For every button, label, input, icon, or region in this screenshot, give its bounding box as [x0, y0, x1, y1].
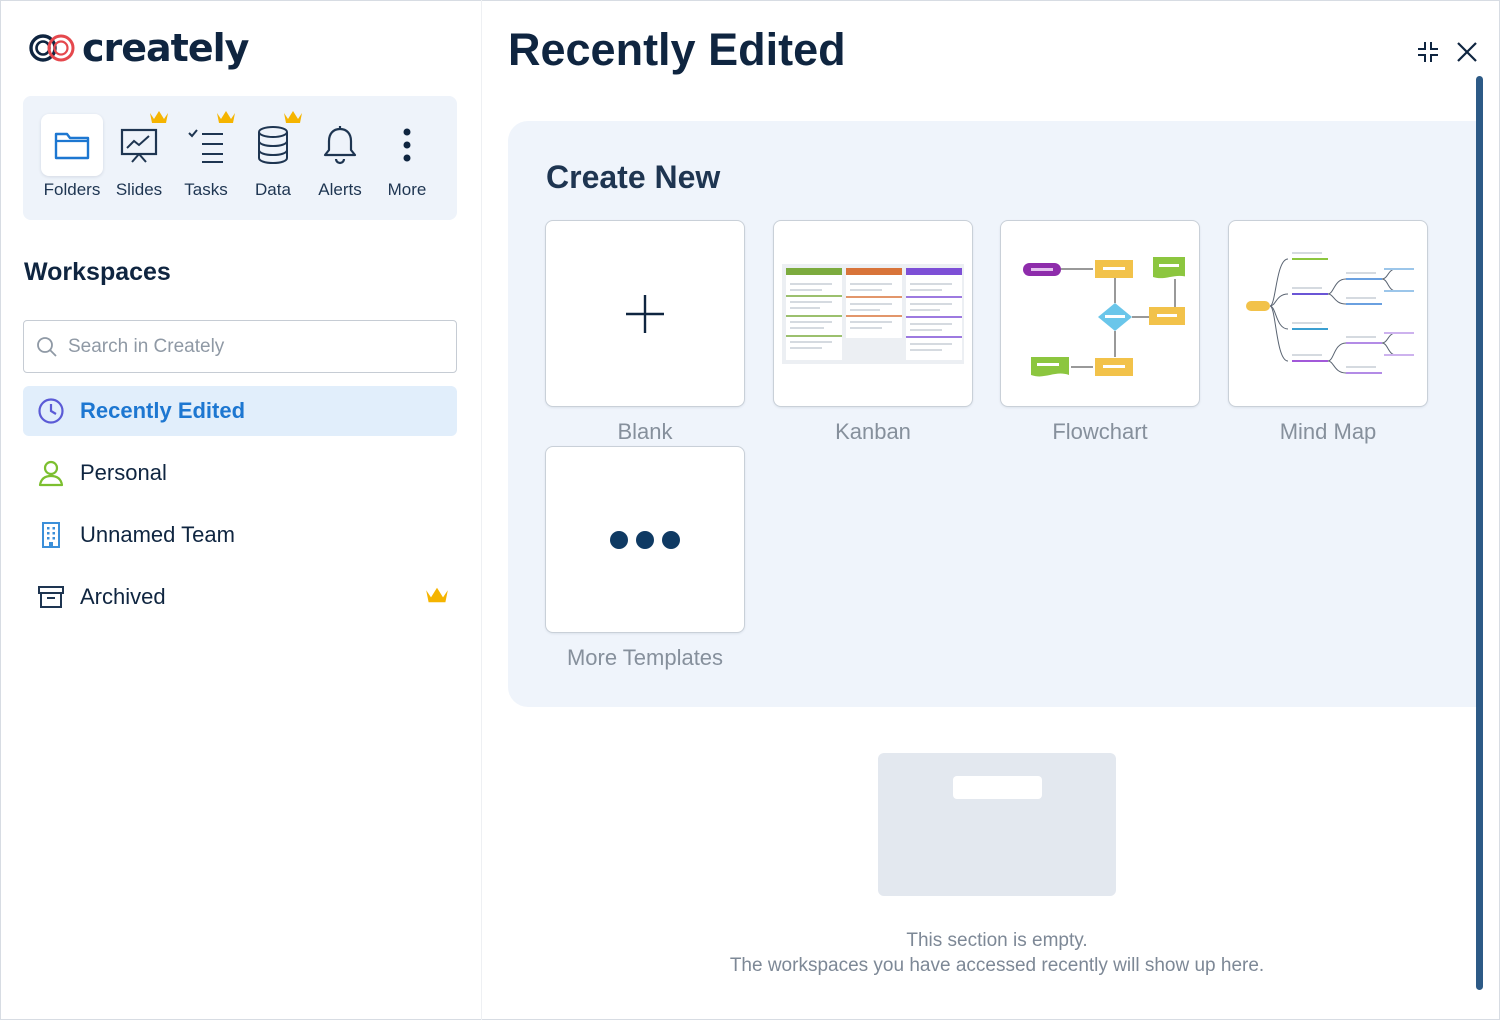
premium-crown-icon — [150, 111, 168, 123]
mind-map-thumbnail-icon — [1246, 251, 1414, 374]
template-card[interactable] — [545, 446, 745, 633]
clock-icon — [38, 398, 64, 424]
more-horizontal-icon — [610, 530, 680, 549]
empty-state-description: The workspaces you have accessed recentl… — [729, 955, 1265, 976]
create-new-panel: Create New Blank Kanban Flowchart Mind M… — [508, 121, 1476, 707]
creately-logo-icon — [29, 34, 75, 62]
nav-item-label: Archived — [80, 584, 166, 609]
toolbar-tasks-button[interactable]: Tasks — [174, 111, 238, 204]
bell-icon — [323, 126, 357, 165]
collapse-button[interactable] — [1413, 37, 1443, 67]
template-label: Kanban — [835, 419, 911, 444]
sidebar: creately Folders Slides Tasks Data Alert… — [0, 0, 482, 1020]
empty-state-illustration — [878, 753, 1116, 896]
template-card[interactable] — [545, 220, 745, 407]
template-label: Mind Map — [1279, 419, 1377, 444]
premium-crown-icon — [217, 111, 235, 123]
logo-text: creately — [82, 26, 249, 70]
more-vertical-icon — [403, 128, 411, 162]
flowchart-thumbnail-icon — [1023, 256, 1185, 376]
close-button[interactable] — [1452, 37, 1482, 67]
template-card[interactable] — [1228, 220, 1428, 407]
close-icon — [1457, 42, 1477, 62]
template-card[interactable] — [773, 220, 973, 407]
search-input[interactable] — [68, 335, 428, 358]
archive-icon — [38, 586, 64, 608]
premium-crown-icon — [426, 587, 448, 603]
checklist-icon — [188, 129, 223, 163]
nav-item-recently-edited[interactable]: Recently Edited — [23, 386, 457, 436]
empty-state-title: This section is empty. — [906, 930, 1088, 951]
kanban-thumbnail-icon — [782, 263, 964, 364]
template-label: Blank — [617, 419, 673, 444]
plus-icon — [626, 294, 664, 333]
feature-toolbar: Folders Slides Tasks Data Alerts More — [23, 96, 457, 220]
premium-crown-icon — [284, 111, 302, 123]
template-flowchart[interactable]: Flowchart — [1000, 220, 1200, 445]
template-more[interactable]: More Templates — [545, 446, 745, 671]
nav-item-label: Recently Edited — [80, 398, 246, 423]
toolbar-item-label: More — [387, 180, 427, 199]
template-mind-map[interactable]: Mind Map — [1228, 220, 1428, 445]
search-icon — [37, 336, 57, 357]
template-blank[interactable]: Blank — [545, 220, 745, 445]
nav-item-label: Unnamed Team — [80, 522, 235, 547]
nav-item-label: Personal — [80, 460, 167, 485]
building-icon — [42, 522, 60, 548]
toolbar-data-button[interactable]: Data — [241, 111, 305, 204]
database-icon — [258, 126, 288, 165]
toolbar-folders-button[interactable]: Folders — [40, 114, 104, 204]
creately-logo[interactable]: creately — [28, 26, 249, 70]
presentation-icon — [120, 128, 158, 163]
toolbar-alerts-button[interactable]: Alerts — [308, 114, 372, 204]
workspaces-heading: Workspaces — [24, 258, 171, 286]
collapse-icon — [1418, 42, 1438, 62]
user-icon — [38, 460, 64, 487]
template-card[interactable] — [1000, 220, 1200, 407]
nav-item-personal[interactable]: Personal — [23, 448, 457, 498]
nav-item-archived[interactable]: Archived — [23, 572, 457, 622]
template-label: Flowchart — [1052, 419, 1148, 444]
page-title: Recently Edited — [508, 24, 846, 75]
scrollbar[interactable] — [1476, 76, 1483, 990]
folder-icon — [54, 132, 90, 160]
toolbar-more-button[interactable]: More — [375, 114, 439, 204]
template-kanban[interactable]: Kanban — [773, 220, 973, 445]
search-box — [23, 320, 457, 373]
nav-item-unnamed-team[interactable]: Unnamed Team — [23, 510, 457, 560]
template-label: More Templates — [566, 645, 724, 670]
create-new-heading: Create New — [546, 159, 721, 195]
toolbar-slides-button[interactable]: Slides — [107, 111, 171, 204]
